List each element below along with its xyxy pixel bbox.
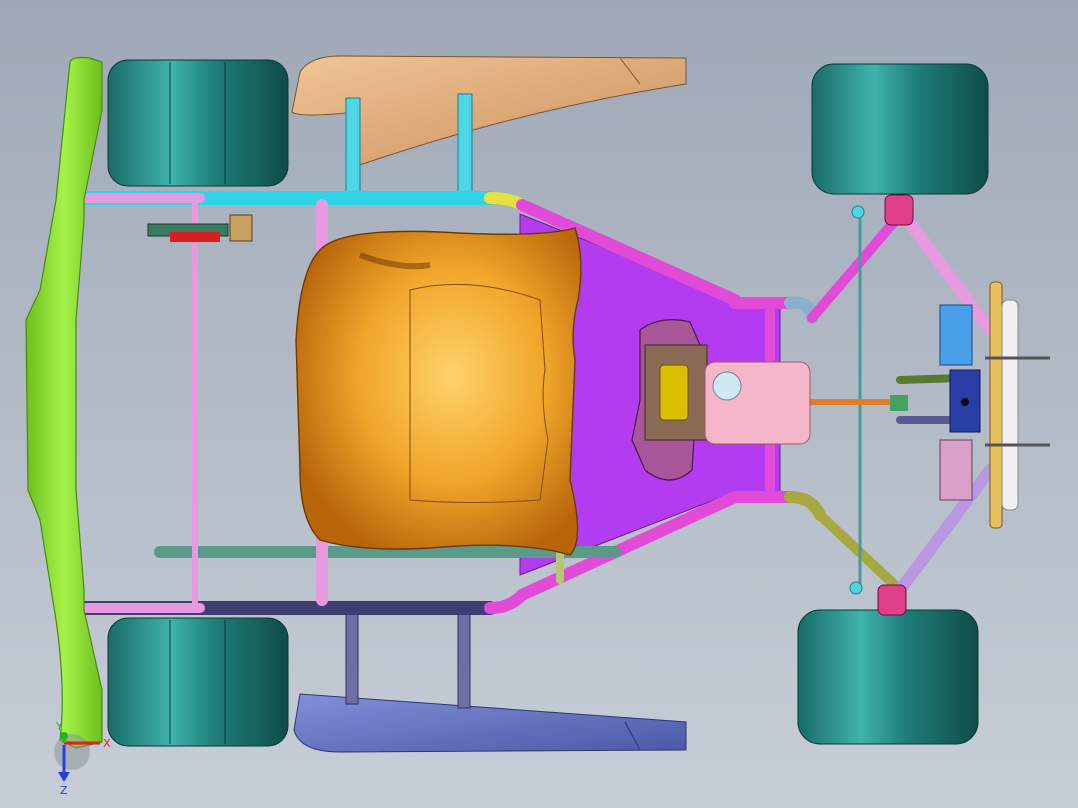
triad-y-label: Y — [55, 720, 63, 733]
fuel-tank[interactable] — [704, 361, 811, 445]
seat[interactable] — [295, 227, 582, 556]
front-tire-bottom[interactable] — [797, 609, 979, 745]
rear-sprocket — [147, 214, 253, 242]
front-tire-top[interactable] — [811, 63, 989, 195]
rear-tire-bottom[interactable] — [107, 617, 289, 747]
triad-z-label: Z — [60, 784, 68, 797]
cad-viewport[interactable]: X Y Z — [0, 0, 1078, 808]
front-axle-bar — [985, 281, 1050, 529]
kart-model-render[interactable]: X Y Z — [0, 0, 1078, 808]
triad-x-label: X — [103, 737, 111, 750]
rear-tire-top[interactable] — [107, 59, 289, 187]
rear-bumper[interactable] — [25, 56, 103, 749]
